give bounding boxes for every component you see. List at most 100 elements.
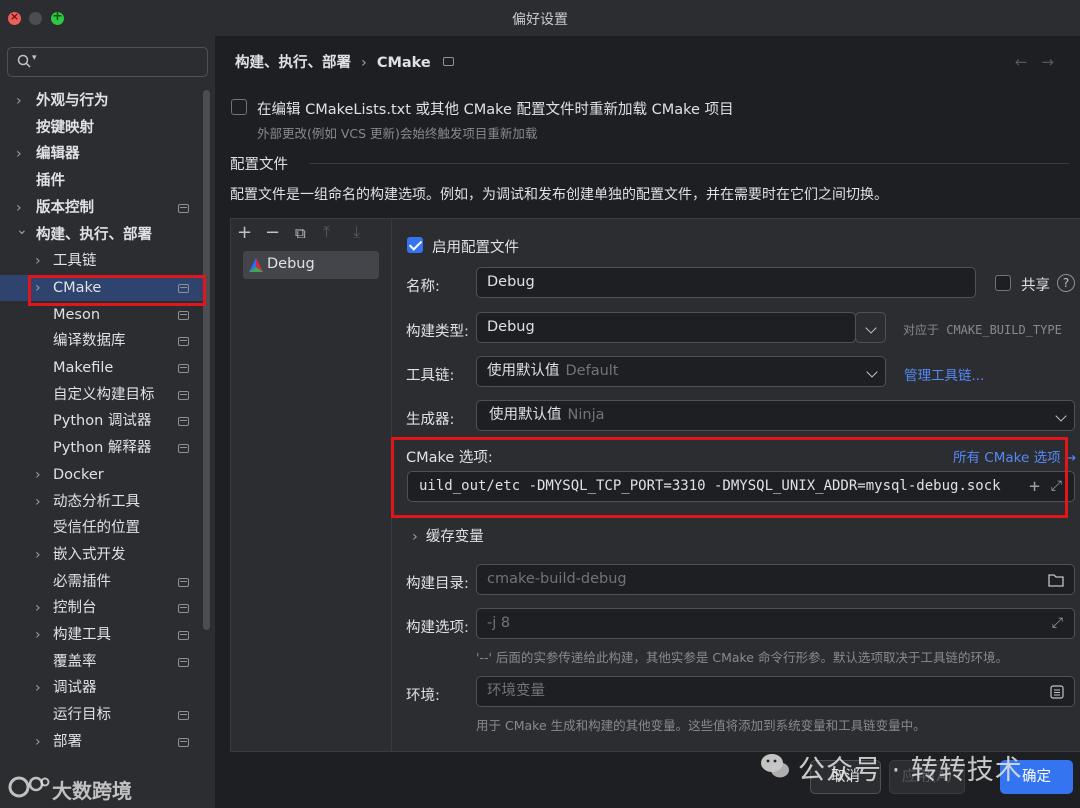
help-icon[interactable]: ? — [1057, 274, 1075, 292]
chevron-right-icon[interactable]: › — [35, 675, 47, 701]
sidebar-item[interactable]: 受信任的位置 — [0, 515, 204, 541]
chevron-right-icon[interactable]: › — [35, 595, 47, 621]
sidebar-item[interactable]: 必需插件 — [0, 569, 204, 595]
add-profile-button[interactable]: + — [237, 222, 252, 243]
sidebar-item-label: 覆盖率 — [53, 653, 97, 670]
wechat-logo-icon — [761, 754, 789, 778]
breadcrumb: 构建、执行、部署 › CMake — [235, 51, 454, 72]
chevron-down-icon — [866, 366, 878, 378]
sidebar-item[interactable]: 覆盖率 — [0, 649, 204, 675]
sidebar-item[interactable]: › 动态分析工具 — [0, 489, 204, 515]
chevron-right-icon[interactable]: › — [35, 542, 47, 568]
move-down-button[interactable]: ⤓ — [353, 222, 360, 242]
sidebar-item[interactable]: Python 调试器 — [0, 408, 204, 434]
page-scope-icon — [178, 203, 189, 213]
cmake-highlight-box — [28, 275, 206, 306]
enable-profile-label[interactable]: 启用配置文件 — [432, 236, 519, 257]
sidebar-item[interactable]: 编译数据库 — [0, 328, 204, 354]
sidebar-item[interactable]: › 工具链 — [0, 248, 204, 274]
chevron-down-icon[interactable]: ⌄ — [16, 217, 28, 243]
cmake-options-highlight-box — [391, 437, 1068, 518]
sidebar-item-label: 必需插件 — [53, 573, 111, 590]
generator-select[interactable]: 使用默认值 Ninja — [476, 400, 1075, 431]
reload-checkbox[interactable] — [231, 99, 247, 115]
sidebar-item[interactable]: › 版本控制 — [0, 195, 204, 221]
page-scope-icon — [178, 737, 189, 747]
chevron-right-icon[interactable]: › — [35, 248, 47, 274]
toolchain-default: Default — [565, 363, 619, 379]
reload-label[interactable]: 在编辑 CMakeLists.txt 或其他 CMake 配置文件时重新加载 C… — [257, 98, 734, 119]
page-scope-icon — [178, 310, 189, 320]
sidebar-item[interactable]: 自定义构建目标 — [0, 382, 204, 408]
sidebar-item-label: 构建工具 — [53, 627, 111, 643]
share-checkbox[interactable] — [995, 275, 1011, 291]
sidebar-item[interactable]: › 控制台 — [0, 595, 204, 621]
build-dir-label: 构建目录: — [406, 576, 469, 592]
env-placeholder: 环境变量 — [487, 683, 545, 699]
sidebar-item-label: Python 调试器 — [53, 413, 152, 430]
toolchain-select[interactable]: 使用默认值 Default — [476, 356, 886, 387]
edit-list-icon[interactable] — [1050, 685, 1064, 699]
search-dropdown-icon[interactable]: ▾ — [32, 53, 37, 63]
page-scope-icon — [442, 57, 454, 66]
expand-icon[interactable]: ⤢ — [1052, 609, 1063, 638]
section-divider — [309, 163, 1069, 164]
sidebar-item[interactable]: 运行目标 — [0, 702, 204, 728]
sidebar-item[interactable]: › Docker — [0, 462, 204, 488]
sidebar-item-label: 控制台 — [53, 600, 97, 617]
toolchain-value: 使用默认值 — [487, 363, 560, 379]
back-arrow-icon[interactable]: ← — [1015, 53, 1042, 71]
sidebar-item[interactable]: 按键映射 — [0, 115, 204, 141]
build-type-dropdown-button[interactable] — [855, 312, 886, 343]
brand-watermark: 大数跨境 — [52, 779, 132, 803]
name-input[interactable]: Debug — [476, 267, 976, 298]
sidebar-scrollbar[interactable] — [203, 90, 210, 630]
page-scope-icon — [178, 631, 189, 640]
chevron-right-icon[interactable]: › — [35, 729, 47, 755]
chevron-right-icon[interactable]: › — [16, 88, 28, 114]
sidebar-item[interactable]: ⌄ 构建、执行、部署 — [0, 222, 204, 248]
chevron-right-icon[interactable]: › — [16, 141, 28, 167]
build-opts-input[interactable]: -j 8 ⤢ — [476, 608, 1075, 639]
chevron-down-icon — [865, 322, 877, 334]
build-type-input[interactable]: Debug — [476, 312, 856, 343]
sidebar-item[interactable]: › 调试器 — [0, 675, 204, 701]
search-input[interactable]: ▾ — [7, 47, 208, 77]
enable-profile-checkbox[interactable] — [407, 237, 423, 253]
remove-profile-button[interactable]: − — [265, 222, 280, 243]
sidebar-item-label: 运行目标 — [53, 707, 111, 724]
env-label: 环境: — [406, 688, 440, 704]
profile-item-debug[interactable]: Debug — [243, 251, 379, 279]
sidebar-item[interactable]: › 部署 — [0, 729, 204, 755]
sidebar-item[interactable]: Python 解释器 — [0, 435, 204, 461]
share-label[interactable]: 共享 — [1021, 274, 1050, 295]
cache-vars-label: 缓存变量 — [425, 529, 484, 545]
page-scope-icon — [178, 390, 189, 400]
page-scope-icon — [178, 337, 189, 347]
sidebar-item[interactable]: › 嵌入式开发 — [0, 542, 204, 568]
sidebar-item-label: 外观与行为 — [36, 93, 109, 109]
chevron-right-icon[interactable]: › — [35, 489, 47, 515]
chevron-right-icon[interactable]: › — [35, 462, 47, 488]
sidebar-item[interactable]: 插件 — [0, 168, 204, 194]
sidebar-item[interactable]: › 外观与行为 — [0, 88, 204, 114]
move-up-button[interactable]: ⤒ — [323, 222, 330, 242]
forward-arrow-icon[interactable]: → — [1041, 53, 1068, 71]
cache-vars-toggle[interactable]: › 缓存变量 — [412, 525, 484, 546]
build-dir-input[interactable]: cmake-build-debug — [476, 564, 1075, 595]
build-opts-placeholder: -j 8 — [487, 615, 511, 631]
folder-icon[interactable] — [1048, 573, 1064, 587]
sidebar-item-label: Python 解释器 — [53, 440, 152, 457]
sidebar-item[interactable]: › 编辑器 — [0, 141, 204, 167]
manage-toolchains-link[interactable]: 管理工具链... — [904, 364, 984, 384]
sidebar-item[interactable]: › 构建工具 — [0, 622, 204, 648]
sidebar-item-label: 构建、执行、部署 — [36, 226, 152, 243]
cmake-icon — [249, 258, 263, 272]
chevron-right-icon[interactable]: › — [35, 622, 47, 648]
env-input[interactable]: 环境变量 — [476, 676, 1075, 707]
profiles-toolbar: + − ⧉ ⤒ ⤓ — [231, 219, 391, 247]
sidebar-item[interactable]: Makefile — [0, 355, 204, 381]
sidebar-item-label: 自定义构建目标 — [53, 386, 155, 403]
copy-profile-button[interactable]: ⧉ — [295, 224, 306, 242]
breadcrumb-parent[interactable]: 构建、执行、部署 — [235, 55, 351, 71]
